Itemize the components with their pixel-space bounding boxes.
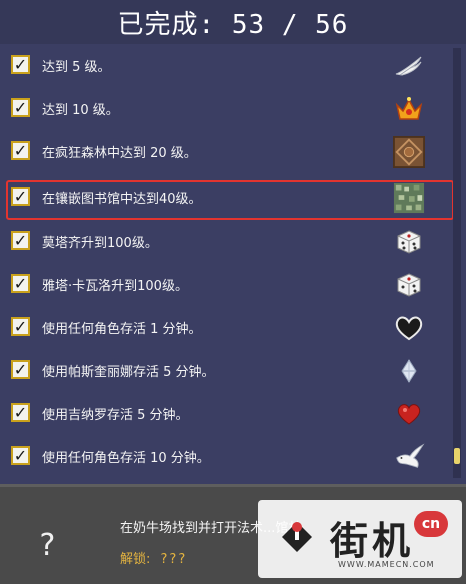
achievement-list[interactable]: ✓ 达到 5 级。 ✓ 达到 10 级。 ✓ 在疯狂森林中达到 20 级。 ✓ … — [0, 46, 466, 480]
checkbox-checked-icon: ✓ — [11, 360, 30, 379]
watermark-badge: cn — [414, 511, 448, 537]
checkbox-checked-icon: ✓ — [11, 446, 30, 465]
achievement-row[interactable]: ✓ 在疯狂森林中达到 20 级。 — [0, 132, 450, 170]
wings-icon — [393, 50, 425, 82]
checkbox-checked-icon: ✓ — [11, 274, 30, 293]
selection-highlight-frame — [6, 180, 454, 220]
achievement-row[interactable]: ✓ 使用任何角色存活 1 分钟。 — [0, 308, 450, 346]
achievement-label: 莫塔齐升到100级。 — [42, 236, 158, 251]
unlock-value: ??? — [160, 552, 188, 567]
achievement-row[interactable]: ✓ 雅塔·卡瓦洛升到100级。 — [0, 265, 450, 303]
achievement-label: 使用吉纳罗存活 5 分钟。 — [42, 408, 189, 423]
locked-question-icon: ? — [38, 528, 57, 563]
achievement-label: 达到 10 级。 — [42, 103, 119, 118]
achievement-label: 达到 5 级。 — [42, 60, 111, 75]
checkbox-checked-icon: ✓ — [11, 141, 30, 160]
scrollbar-thumb[interactable] — [454, 448, 460, 464]
achievement-row[interactable]: ✓ 莫塔齐升到100级。 — [0, 222, 450, 260]
achievement-row[interactable]: ✓ 达到 5 级。 — [0, 46, 450, 84]
checkbox-checked-icon: ✓ — [11, 317, 30, 336]
checkbox-checked-icon: ✓ — [11, 231, 30, 250]
dove-icon — [393, 441, 425, 473]
completion-title: 已完成: 53 / 56 — [117, 9, 349, 40]
achievement-row[interactable]: ✓ 使用任何角色存活 10 分钟。 — [0, 437, 450, 475]
watermark-url: WWW.MAMECN.COM — [338, 560, 435, 569]
crown-icon — [393, 93, 425, 125]
wooden-crate-icon — [393, 136, 425, 168]
watermark-brand: 街机 — [330, 518, 415, 563]
achievement-label: 使用任何角色存活 10 分钟。 — [42, 451, 210, 466]
checkbox-checked-icon: ✓ — [11, 403, 30, 422]
achievement-row[interactable]: ✓ 使用帕斯奎丽娜存活 5 分钟。 — [0, 351, 450, 389]
dice-icon — [393, 226, 425, 258]
achievement-label: 使用任何角色存活 1 分钟。 — [42, 322, 202, 337]
scrollbar-track[interactable] — [453, 48, 461, 478]
dark-heart-icon — [393, 312, 425, 344]
checkbox-checked-icon: ✓ — [11, 55, 30, 74]
achievement-label: 雅塔·卡瓦洛升到100级。 — [42, 279, 188, 294]
joystick-logo-icon — [282, 522, 312, 552]
achievement-label: 使用帕斯奎丽娜存活 5 分钟。 — [42, 365, 215, 380]
checkbox-checked-icon: ✓ — [11, 98, 30, 117]
achievement-label: 在疯狂森林中达到 20 级。 — [42, 146, 197, 161]
achievement-row[interactable]: ✓ 使用吉纳罗存活 5 分钟。 — [0, 394, 450, 432]
achievement-row[interactable]: ✓ 达到 10 级。 — [0, 89, 450, 127]
completion-header: 已完成: 53 / 56 — [0, 0, 466, 44]
unlock-label: 解锁: — [120, 552, 151, 567]
crystal-icon — [393, 355, 425, 387]
red-heart-icon — [393, 398, 425, 430]
unlock-line: 解锁: ??? — [120, 548, 187, 567]
dice-icon — [393, 269, 425, 301]
